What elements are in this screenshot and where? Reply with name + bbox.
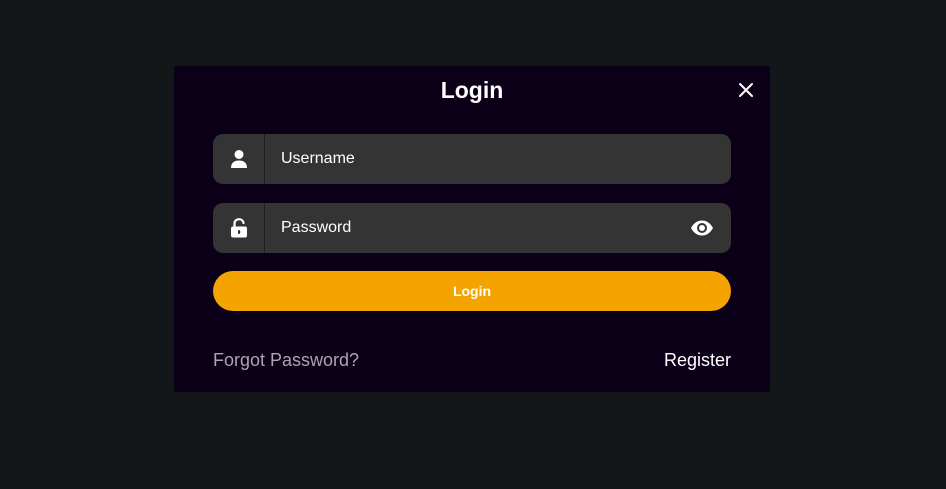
unlock-icon: [230, 218, 247, 238]
login-button[interactable]: Login: [213, 271, 731, 311]
eye-icon: [691, 220, 713, 236]
password-icon-box: [213, 203, 265, 253]
close-button[interactable]: [737, 81, 755, 99]
register-link[interactable]: Register: [664, 349, 731, 371]
username-icon-box: [213, 134, 265, 184]
username-field: [213, 134, 731, 184]
close-icon: [739, 83, 753, 97]
forgot-password-link[interactable]: Forgot Password?: [213, 349, 359, 371]
login-modal: Login Username Login Forgot Password? Re…: [174, 66, 770, 392]
modal-title: Login: [440, 77, 504, 103]
password-field: [213, 203, 731, 253]
username-input[interactable]: [265, 134, 665, 184]
show-password-toggle[interactable]: [690, 218, 714, 238]
user-icon: [230, 150, 247, 168]
password-input[interactable]: [265, 203, 665, 253]
